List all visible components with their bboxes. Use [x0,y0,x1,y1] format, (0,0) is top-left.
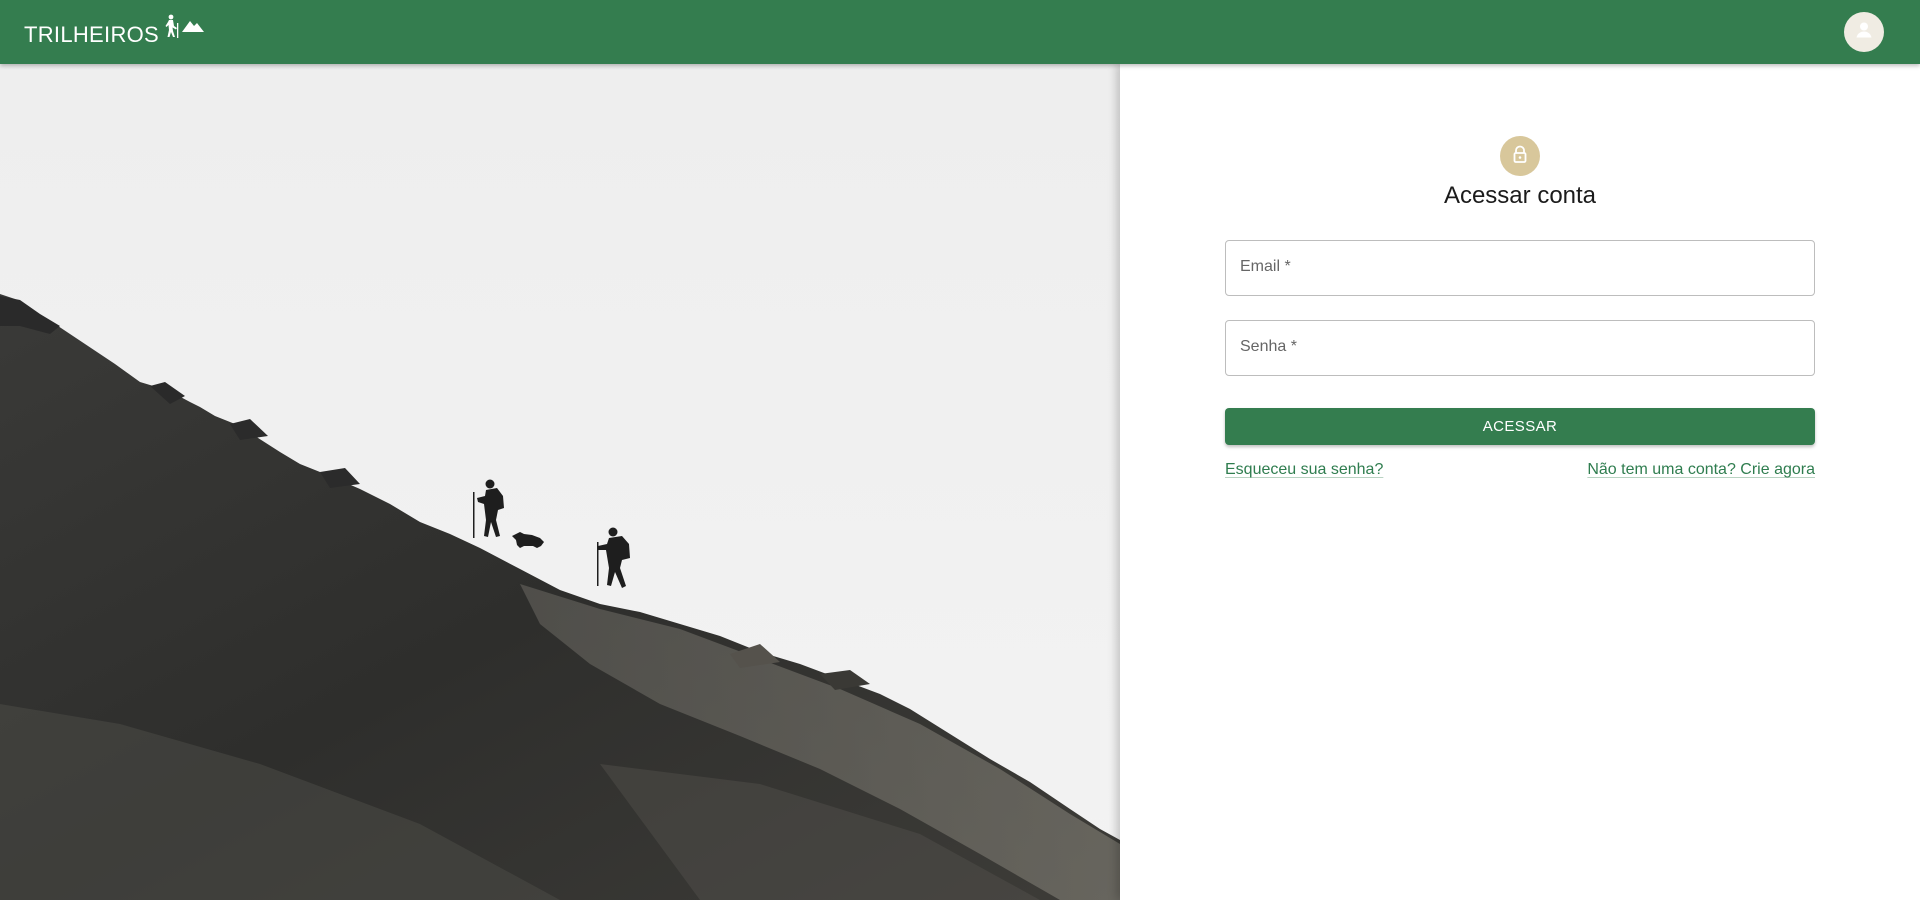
lock-icon [1510,144,1530,169]
password-field[interactable]: Senha * [1225,320,1815,376]
app-bar: TRILHEIROS [0,0,1920,64]
forgot-password-link[interactable]: Esqueceu sua senha? [1225,461,1383,479]
page-title: Acessar conta [1443,182,1597,209]
email-field[interactable]: Email * [1225,240,1815,296]
login-panel: Acessar conta Email * Senha * ACESSAR Es… [1120,64,1920,900]
password-input[interactable] [1226,321,1814,375]
brand-name: TRILHEIROS [24,22,160,47]
submit-button[interactable]: ACESSAR [1225,408,1815,445]
hiker-icon [163,14,181,38]
lock-badge [1500,136,1540,176]
hero-image [0,64,1120,900]
person-icon [1852,18,1876,47]
brand-icons [163,14,205,38]
mountain-icon [181,14,205,34]
email-input[interactable] [1226,241,1814,295]
brand-logo[interactable]: TRILHEIROS [24,14,205,50]
form-links: Esqueceu sua senha? Não tem uma conta? C… [1225,461,1815,483]
signup-link[interactable]: Não tem uma conta? Crie agora [1587,461,1815,479]
account-avatar-button[interactable] [1844,12,1884,52]
